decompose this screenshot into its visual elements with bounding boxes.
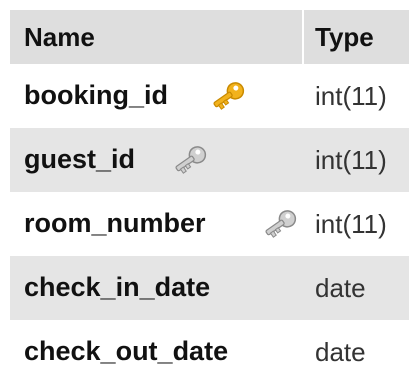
primary-key-icon [208,78,248,114]
table-row[interactable]: check_in_date date [10,256,409,320]
field-type: date [315,273,366,303]
table-row[interactable]: check_out_date date [10,320,409,384]
column-divider [302,10,304,64]
index-key-icon [170,142,210,178]
field-name: room_number [24,208,206,238]
field-name: booking_id [24,80,168,110]
column-header-name[interactable]: Name [24,22,95,53]
index-key-icon [260,206,300,242]
table-row[interactable]: booking_id int(11) [10,64,409,128]
field-name: check_out_date [24,336,229,366]
table-header: Name Type [10,10,409,64]
field-name: guest_id [24,144,136,174]
table-row[interactable]: room_number int(11) [10,192,409,256]
column-header-type[interactable]: Type [315,22,374,53]
field-type: int(11) [315,209,387,239]
field-type: date [315,337,366,367]
table-structure: Name Type booking_id int(11) guest_id in… [0,0,409,384]
field-name: check_in_date [24,272,211,302]
field-type: int(11) [315,81,387,111]
field-type: int(11) [315,145,387,175]
table-row[interactable]: guest_id int(11) [10,128,409,192]
